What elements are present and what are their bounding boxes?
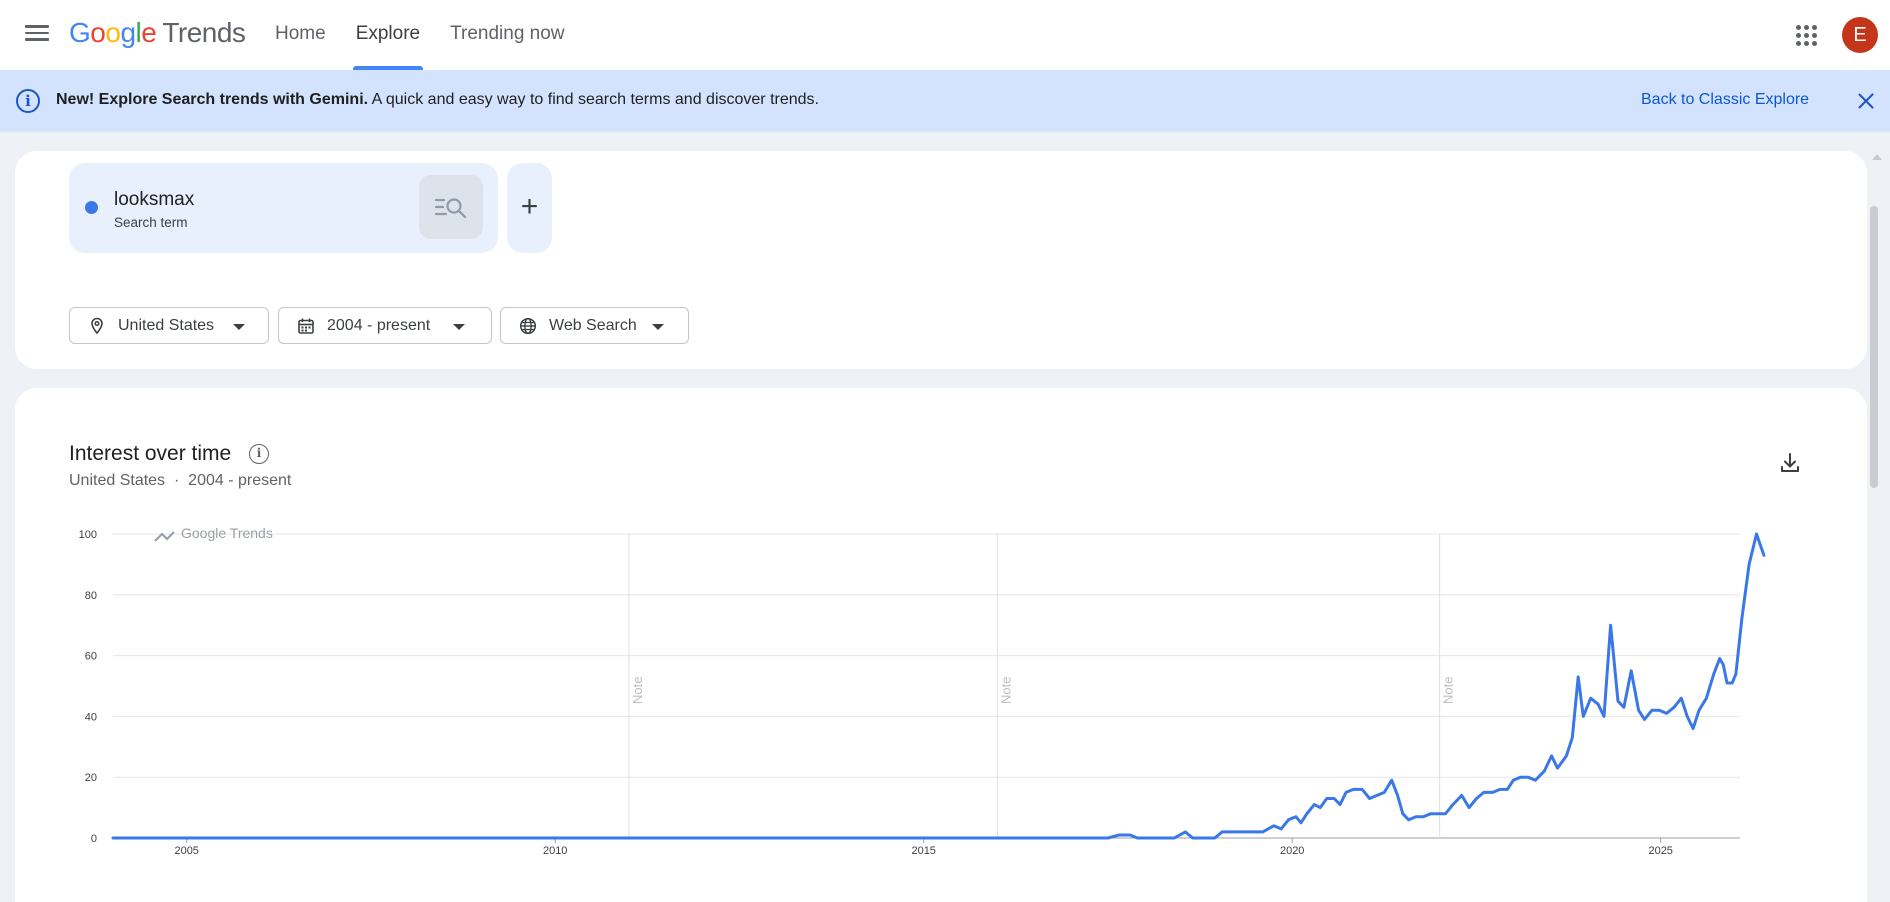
gemini-banner: i New! Explore Search trends with Gemini… (0, 70, 1890, 132)
note-label: Note (630, 677, 645, 704)
y-tick-label: 40 (85, 711, 97, 723)
property-filter-label: Web Search (549, 317, 637, 334)
logo-letter: g (120, 17, 136, 48)
interest-line-chart[interactable]: 0 20 40 60 80 100 Note Note Note 2005 2010 2015 2020… (15, 388, 1867, 902)
back-to-classic-explore-link[interactable]: Back to Classic Explore (1641, 91, 1809, 109)
menu-icon[interactable] (22, 21, 52, 49)
y-tick-label: 0 (91, 833, 97, 845)
close-icon[interactable] (1853, 88, 1879, 114)
banner-bold-text: New! Explore Search trends with Gemini. (56, 91, 369, 108)
nav-trending-now[interactable]: Trending now (435, 0, 579, 70)
account-avatar[interactable]: E (1842, 17, 1878, 53)
y-tick-label: 80 (85, 590, 97, 602)
term-color-dot (85, 201, 98, 214)
logo-trends: Trends (162, 17, 246, 48)
banner-body-text: A quick and easy way to find search term… (368, 91, 819, 108)
scroll-up-arrow[interactable] (1872, 154, 1882, 160)
logo-letter: G (69, 17, 91, 48)
property-filter[interactable]: Web Search (500, 307, 689, 344)
search-list-icon[interactable] (419, 175, 483, 239)
trend-arrow-icon (154, 531, 175, 542)
note-label: Note (998, 677, 1013, 704)
info-icon: i (16, 89, 40, 113)
x-tick-label: 2020 (1280, 845, 1304, 857)
y-tick-label: 100 (79, 529, 97, 541)
scrollbar-thumb[interactable] (1870, 206, 1878, 488)
x-tick-label: 2025 (1648, 845, 1672, 857)
logo-letter: o (105, 17, 121, 48)
nav-explore[interactable]: Explore (341, 0, 435, 70)
location-filter-label: United States (118, 317, 215, 334)
logo-letter: o (90, 17, 106, 48)
logo-letter: e (141, 17, 157, 48)
chevron-down-icon (453, 324, 465, 330)
search-card: looksmax Search term + United States 200… (15, 151, 1867, 369)
top-app-bar: Google Trends Home Explore Trending now E (0, 0, 1890, 70)
nav-home[interactable]: Home (260, 0, 341, 70)
search-term-type: Search term (114, 215, 188, 230)
location-filter[interactable]: United States (69, 307, 269, 344)
y-tick-label: 20 (85, 772, 97, 784)
main-nav: Home Explore Trending now (260, 0, 580, 70)
google-trends-page: Google Trends Home Explore Trending now E… (0, 0, 1890, 902)
google-trends-logo[interactable]: Google Trends (69, 17, 246, 49)
chevron-down-icon (652, 324, 664, 330)
note-label: Note (1441, 677, 1456, 704)
chevron-down-icon (233, 324, 245, 330)
location-pin-icon (91, 317, 103, 335)
series-line-looksmax (111, 532, 1766, 840)
interest-over-time-card: Interest over time i United States · 200… (15, 388, 1867, 902)
search-term-name: looksmax (114, 189, 195, 210)
y-tick-label: 60 (85, 651, 97, 663)
logo-google: Google (69, 17, 157, 48)
search-term-chip[interactable]: looksmax Search term (69, 163, 498, 253)
chart-watermark: Google Trends (181, 525, 273, 541)
x-tick-label: 2010 (543, 845, 567, 857)
globe-icon (519, 317, 537, 335)
time-range-filter[interactable]: 2004 - present (278, 307, 492, 344)
apps-grid-icon[interactable] (1794, 23, 1818, 47)
banner-message: New! Explore Search trends with Gemini. … (56, 91, 819, 109)
plus-icon[interactable]: + (507, 163, 552, 253)
time-range-filter-label: 2004 - present (327, 317, 431, 334)
calendar-icon (298, 318, 314, 334)
x-tick-label: 2015 (911, 845, 935, 857)
x-tick-label: 2005 (174, 845, 198, 857)
